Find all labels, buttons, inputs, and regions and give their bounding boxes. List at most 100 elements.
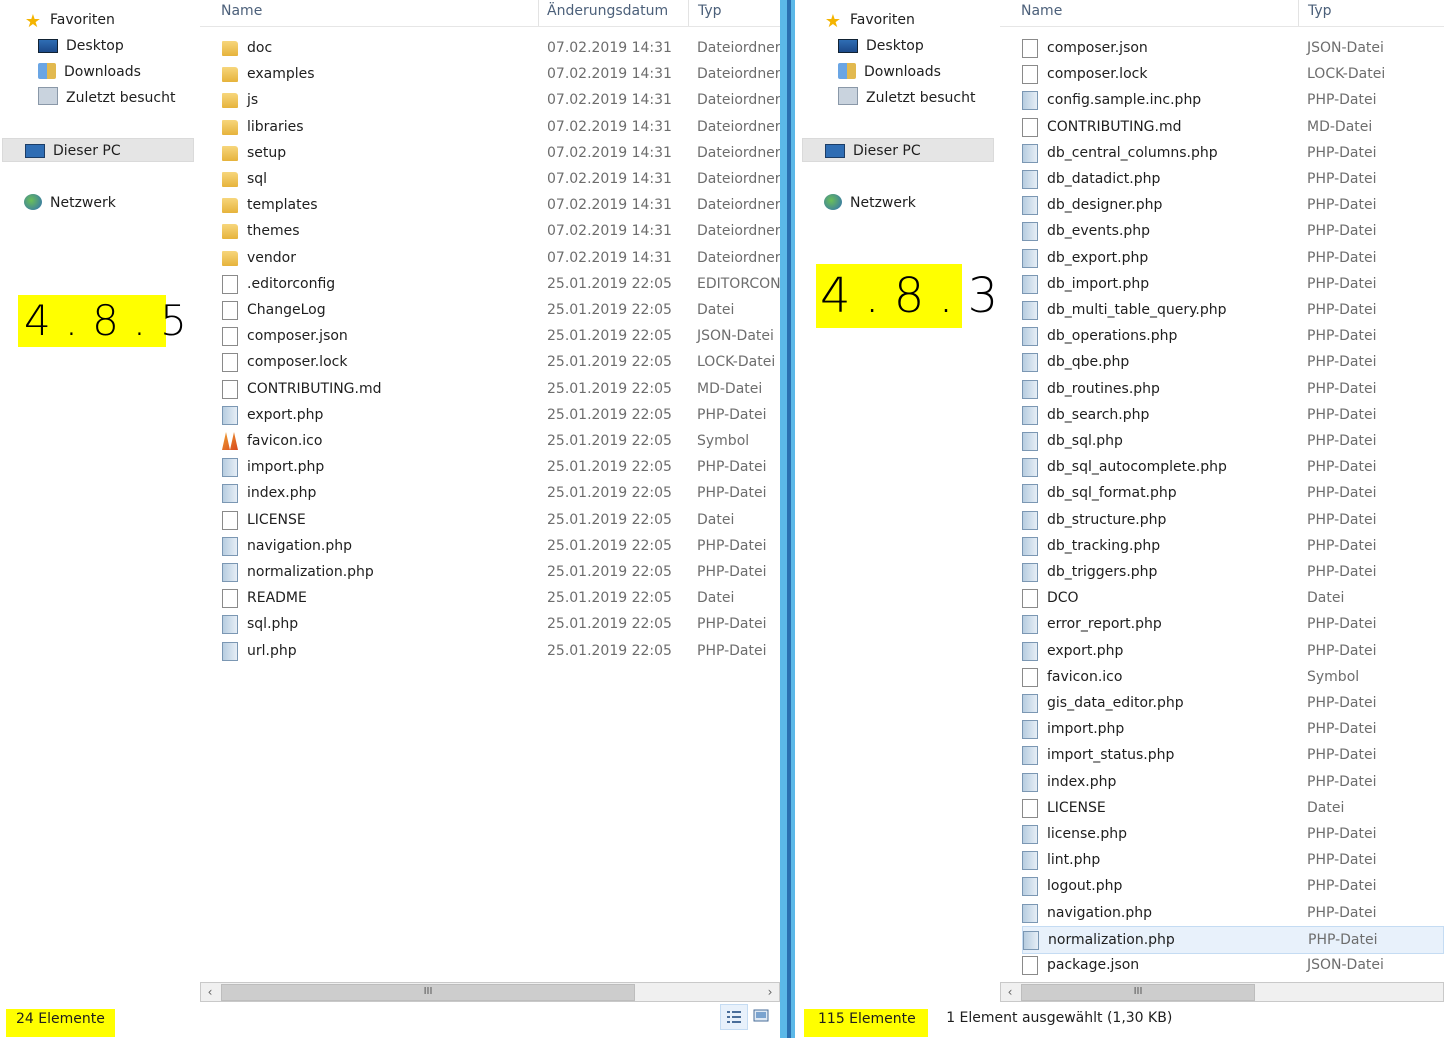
large-icons-view-button[interactable] xyxy=(752,1007,770,1025)
file-row[interactable]: normalization.php 25.01.2019 22:05 PHP-Dat… xyxy=(222,559,778,585)
file-row[interactable]: favicon.ico 25.01.2019 22:05 Symbol xyxy=(222,428,778,454)
file-row[interactable]: db_operations.php PHP-Datei xyxy=(1022,323,1442,349)
nav-favorites[interactable]: ★ Favoriten xyxy=(24,8,115,32)
nav-downloads[interactable]: Downloads xyxy=(38,60,141,84)
nav-this-pc[interactable]: Dieser PC xyxy=(2,138,194,162)
column-divider[interactable] xyxy=(1298,0,1299,26)
scrollbar-thumb[interactable]: III xyxy=(1021,984,1255,1001)
file-row[interactable]: composer.lock 25.01.2019 22:05 LOCK-Datei xyxy=(222,349,778,375)
file-row[interactable]: db_datadict.php PHP-Datei xyxy=(1022,166,1442,192)
file-row[interactable]: lint.php PHP-Datei xyxy=(1022,847,1442,873)
column-name-header[interactable]: Name xyxy=(1021,3,1062,19)
column-type-header[interactable]: Typ xyxy=(1308,3,1332,19)
file-type: MD-Datei xyxy=(697,380,763,397)
file-row[interactable]: sql.php 25.01.2019 22:05 PHP-Datei xyxy=(222,611,778,637)
file-row[interactable]: package.json JSON-Datei xyxy=(1022,952,1442,978)
file-row[interactable]: logout.php PHP-Datei xyxy=(1022,873,1442,899)
file-icon xyxy=(1022,65,1038,85)
file-row[interactable]: js 07.02.2019 14:31 Dateiordner xyxy=(222,87,780,113)
file-row[interactable]: export.php PHP-Datei xyxy=(1022,638,1442,664)
file-row[interactable]: composer.json JSON-Datei xyxy=(1022,35,1442,61)
file-row[interactable]: db_central_columns.php PHP-Datei xyxy=(1022,140,1442,166)
file-row[interactable]: README 25.01.2019 22:05 Datei xyxy=(222,585,778,611)
scroll-left-arrow-icon[interactable]: ‹ xyxy=(201,983,219,1001)
file-row[interactable]: db_multi_table_query.php PHP-Datei xyxy=(1022,297,1442,323)
nav-recent[interactable]: Zuletzt besucht xyxy=(38,86,175,110)
file-row[interactable]: .editorconfig 25.01.2019 22:05 EDITORCON xyxy=(222,271,780,297)
nav-recent[interactable]: Zuletzt besucht xyxy=(838,86,975,110)
file-row[interactable]: themes 07.02.2019 14:31 Dateiordner xyxy=(222,218,780,244)
file-row[interactable]: examples 07.02.2019 14:31 Dateiordner xyxy=(222,61,780,87)
file-row[interactable]: db_export.php PHP-Datei xyxy=(1022,245,1442,271)
file-row[interactable]: libraries 07.02.2019 14:31 Dateiordner xyxy=(222,114,780,140)
nav-network[interactable]: Netzwerk xyxy=(24,191,116,215)
file-row[interactable]: composer.lock LOCK-Datei xyxy=(1022,61,1442,87)
file-row[interactable]: DCO Datei xyxy=(1022,585,1442,611)
file-row[interactable]: navigation.php 25.01.2019 22:05 PHP-Datei xyxy=(222,533,778,559)
file-row[interactable]: gis_data_editor.php PHP-Datei xyxy=(1022,690,1442,716)
scroll-right-arrow-icon[interactable]: › xyxy=(761,983,779,1001)
file-row[interactable]: index.php PHP-Datei xyxy=(1022,769,1442,795)
file-row[interactable]: db_sql.php PHP-Datei xyxy=(1022,428,1442,454)
file-row[interactable]: sql 07.02.2019 14:31 Dateiordner xyxy=(222,166,780,192)
file-row[interactable]: CONTRIBUTING.md MD-Datei xyxy=(1022,114,1442,140)
column-date-header[interactable]: Änderungsdatum xyxy=(547,3,668,19)
file-row[interactable]: CONTRIBUTING.md 25.01.2019 22:05 MD-Datei xyxy=(222,376,778,402)
file-name: db_operations.php xyxy=(1047,328,1178,345)
file-row[interactable]: setup 07.02.2019 14:31 Dateiordner xyxy=(222,140,780,166)
scroll-left-arrow-icon[interactable]: ‹ xyxy=(1001,983,1019,1001)
php-file-icon xyxy=(1022,510,1038,530)
column-divider[interactable] xyxy=(688,0,689,26)
file-row[interactable]: import_status.php PHP-Datei xyxy=(1022,742,1442,768)
file-name: normalization.php xyxy=(247,564,374,580)
details-view-button[interactable] xyxy=(720,1004,748,1030)
file-row[interactable]: vendor 07.02.2019 14:31 Dateiordner xyxy=(222,245,780,271)
file-row[interactable]: favicon.ico Symbol xyxy=(1022,664,1442,690)
file-row[interactable]: templates 07.02.2019 14:31 Dateiordner xyxy=(222,192,780,218)
folder-icon xyxy=(222,67,238,83)
file-row[interactable]: db_sql_autocomplete.php PHP-Datei xyxy=(1022,454,1442,480)
nav-downloads[interactable]: Downloads xyxy=(838,60,941,84)
file-row[interactable]: db_events.php PHP-Datei xyxy=(1022,218,1442,244)
file-row[interactable]: db_qbe.php PHP-Datei xyxy=(1022,349,1442,375)
horizontal-scrollbar-right[interactable]: ‹ III xyxy=(1000,982,1444,1002)
file-row[interactable]: export.php 25.01.2019 22:05 PHP-Datei xyxy=(222,402,778,428)
file-row[interactable]: config.sample.inc.php PHP-Datei xyxy=(1022,87,1442,113)
file-row[interactable]: navigation.php PHP-Datei xyxy=(1022,900,1442,926)
scrollbar-thumb[interactable]: III xyxy=(221,984,635,1001)
file-date: 25.01.2019 22:05 xyxy=(547,380,672,397)
file-row[interactable]: db_search.php PHP-Datei xyxy=(1022,402,1442,428)
file-row[interactable]: LICENSE Datei xyxy=(1022,795,1442,821)
file-row[interactable]: error_report.php PHP-Datei xyxy=(1022,611,1442,637)
file-row[interactable]: LICENSE 25.01.2019 22:05 Datei xyxy=(222,507,778,533)
file-row[interactable]: composer.json 25.01.2019 22:05 JSON-Datei xyxy=(222,323,778,349)
nav-favorites[interactable]: ★ Favoriten xyxy=(824,8,915,32)
column-type-header[interactable]: Typ xyxy=(698,3,722,19)
nav-network[interactable]: Netzwerk xyxy=(824,191,916,215)
file-row[interactable]: normalization.php PHP-Datei xyxy=(1022,925,1444,954)
file-row[interactable]: db_structure.php PHP-Datei xyxy=(1022,507,1442,533)
file-row[interactable]: index.php 25.01.2019 22:05 PHP-Datei xyxy=(222,480,778,506)
left-explorer-window: ★ Favoriten Desktop Downloads Zuletzt bes… xyxy=(0,0,780,1038)
file-row[interactable]: db_tracking.php PHP-Datei xyxy=(1022,533,1442,559)
file-row[interactable]: doc 07.02.2019 14:31 Dateiordner xyxy=(222,35,780,61)
file-row[interactable]: ChangeLog 25.01.2019 22:05 Datei xyxy=(222,297,778,323)
file-row[interactable]: license.php PHP-Datei xyxy=(1022,821,1442,847)
file-name: normalization.php xyxy=(1048,931,1175,948)
file-row[interactable]: db_sql_format.php PHP-Datei xyxy=(1022,480,1442,506)
nav-desktop[interactable]: Desktop xyxy=(838,34,924,58)
file-type: PHP-Datei xyxy=(1307,275,1377,292)
horizontal-scrollbar-left[interactable]: ‹ III › xyxy=(200,982,780,1002)
favicon-file-icon xyxy=(222,432,238,450)
file-row[interactable]: db_routines.php PHP-Datei xyxy=(1022,376,1442,402)
file-row[interactable]: url.php 25.01.2019 22:05 PHP-Datei xyxy=(222,638,778,664)
nav-desktop[interactable]: Desktop xyxy=(38,34,124,58)
file-row[interactable]: import.php 25.01.2019 22:05 PHP-Datei xyxy=(222,454,778,480)
file-row[interactable]: db_triggers.php PHP-Datei xyxy=(1022,559,1442,585)
nav-this-pc[interactable]: Dieser PC xyxy=(802,138,994,162)
column-divider[interactable] xyxy=(538,0,539,26)
column-name-header[interactable]: Name xyxy=(221,3,262,19)
file-row[interactable]: import.php PHP-Datei xyxy=(1022,716,1442,742)
file-row[interactable]: db_import.php PHP-Datei xyxy=(1022,271,1442,297)
file-row[interactable]: db_designer.php PHP-Datei xyxy=(1022,192,1442,218)
